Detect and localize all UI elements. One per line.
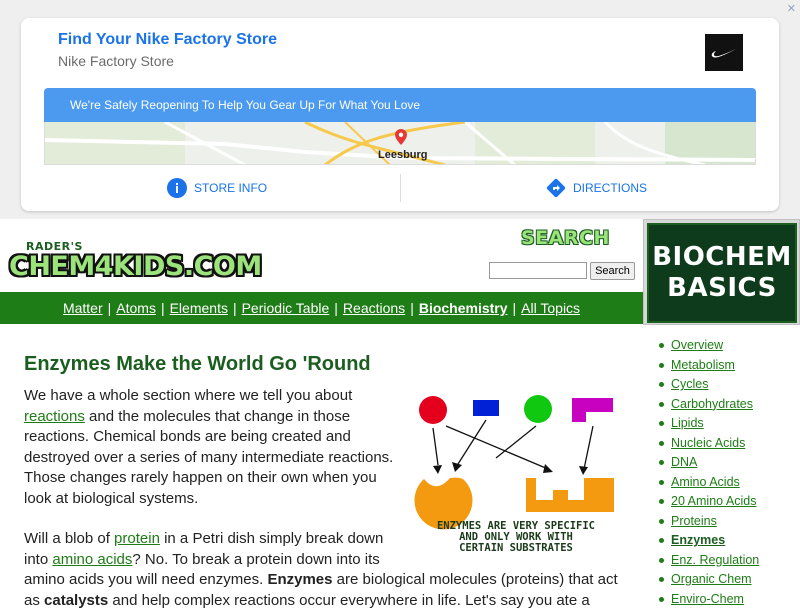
info-icon (167, 178, 187, 198)
sidebar-item: Amino Acids (658, 473, 759, 493)
red-substrate-icon (419, 396, 447, 424)
sidebar-item-20-amino-acids[interactable]: 20 Amino Acids (671, 494, 756, 508)
promo-board: BIOCHEM BASICS (647, 223, 797, 323)
nav-all-topics[interactable]: All Topics (521, 300, 580, 316)
text: amino acids you will need enzymes. (24, 571, 268, 588)
sidebar-item-enviro-chem[interactable]: Enviro-Chem (671, 592, 744, 606)
sidebar: Overview Metabolism Cycles Carbohydrates… (643, 325, 800, 606)
sidebar-item: Metabolism (658, 356, 759, 376)
magenta-substrate-icon (572, 398, 613, 422)
nav-matter[interactable]: Matter (63, 300, 103, 316)
nav-separator: | (107, 300, 112, 316)
search-heading: SEARCH (521, 227, 610, 249)
map-pin-icon (395, 129, 407, 145)
store-info-button[interactable]: STORE INFO (167, 170, 267, 206)
ad-subtitle: Nike Factory Store (58, 53, 174, 69)
sidebar-item: Enz. Regulation (658, 551, 759, 571)
ad-area: ✕ Find Your Nike Factory Store Nike Fact… (0, 0, 800, 219)
page-title: Enzymes Make the World Go 'Round (24, 353, 371, 375)
directions-button[interactable]: DIRECTIONS (546, 170, 647, 206)
nav-separator: | (410, 300, 414, 316)
nav-separator: | (334, 300, 338, 316)
sidebar-item-enz-regulation[interactable]: Enz. Regulation (671, 553, 759, 567)
sidebar-item-lipids[interactable]: Lipids (671, 416, 704, 430)
nike-logo-icon[interactable] (705, 34, 743, 71)
nav-separator: | (232, 300, 237, 316)
text: Will a blob of protein in a Petri dish s… (24, 529, 396, 570)
sidebar-item-proteins[interactable]: Proteins (671, 514, 717, 528)
enzyme-block-icon (526, 478, 614, 512)
ad-title[interactable]: Find Your Nike Factory Store (58, 31, 277, 49)
sidebar-item-organic-chem[interactable]: Organic Chem (671, 572, 752, 586)
sidebar-item: Proteins (658, 512, 759, 532)
sidebar-item-metabolism[interactable]: Metabolism (671, 358, 735, 372)
sidebar-item-cycles[interactable]: Cycles (671, 377, 709, 391)
amino-acids-link[interactable]: amino acids (52, 551, 132, 568)
ad-map[interactable]: Leesburg (44, 122, 756, 165)
site-header: RADER'S CHEM4KIDS.COM SEARCH Search (0, 219, 643, 292)
sidebar-item: Carbohydrates (658, 395, 759, 415)
enzymes-paragraph: Will a blob of protein in a Petri dish s… (24, 529, 644, 611)
sidebar-item: Enzymes (658, 531, 759, 551)
biochem-basics-banner[interactable]: BIOCHEM BASICS (643, 219, 800, 325)
sidebar-item: DNA (658, 453, 759, 473)
sidebar-item: Organic Chem (658, 570, 759, 590)
sidebar-item-amino-acids[interactable]: Amino Acids (671, 475, 740, 489)
nav-periodic-table[interactable]: Periodic Table (242, 300, 330, 316)
sidebar-item: 20 Amino Acids (658, 492, 759, 512)
site-logo[interactable]: CHEM4KIDS.COM (9, 251, 262, 282)
sidebar-item: Overview (658, 336, 759, 356)
sidebar-item: Cycles (658, 375, 759, 395)
sidebar-item-carbohydrates[interactable]: Carbohydrates (671, 397, 753, 411)
text: are biological molecules (proteins) that… (332, 571, 618, 588)
store-info-label: STORE INFO (194, 181, 268, 195)
nav-biochemistry[interactable]: Biochemistry (419, 300, 508, 316)
sidebar-item: Nucleic Acids (658, 434, 759, 454)
text: and help complex reactions occur everywh… (108, 591, 590, 609)
directions-label: DIRECTIONS (573, 181, 648, 195)
nav-elements[interactable]: Elements (170, 300, 228, 316)
sidebar-item-overview[interactable]: Overview (671, 338, 723, 352)
sidebar-list: Overview Metabolism Cycles Carbohydrates… (658, 336, 759, 610)
text: Will a blob of (24, 530, 115, 547)
main-content: Enzymes Make the World Go 'Round We have… (0, 325, 643, 609)
green-substrate-icon (524, 395, 552, 423)
nav-reactions[interactable]: Reactions (343, 300, 405, 316)
promo-line-1: BIOCHEM (652, 242, 792, 272)
ad-actions: STORE INFO DIRECTIONS (21, 170, 779, 206)
ad-close-icon[interactable]: ✕ (787, 2, 796, 15)
topic-nav: Matter | Atoms | Elements | Periodic Tab… (0, 292, 643, 324)
promo-line-2: BASICS (667, 273, 777, 303)
ad-divider (400, 174, 401, 202)
sidebar-item: Enviro-Chem (658, 590, 759, 610)
text: We have a whole section where we tell yo… (24, 387, 353, 404)
reactions-link[interactable]: reactions (24, 408, 85, 425)
catalysts-term: catalysts (44, 591, 109, 609)
ad-banner[interactable]: We're Safely Reopening To Help You Gear … (44, 88, 756, 122)
sidebar-item-dna[interactable]: DNA (671, 455, 697, 469)
nav-atoms[interactable]: Atoms (116, 300, 156, 316)
ad-card[interactable]: Find Your Nike Factory Store Nike Factor… (21, 18, 779, 211)
intro-paragraph: We have a whole section where we tell yo… (24, 386, 400, 509)
nav-separator: | (512, 300, 517, 316)
nav-separator: | (160, 300, 165, 316)
text: ? No. To break a protein down into its (132, 550, 380, 568)
protein-link[interactable]: protein (114, 530, 160, 547)
blue-substrate-icon (473, 400, 499, 416)
search-input[interactable] (489, 262, 587, 279)
enzymes-term: Enzymes (267, 571, 333, 588)
search-button[interactable]: Search (590, 262, 635, 280)
directions-icon (546, 178, 566, 198)
sidebar-item-nucleic-acids[interactable]: Nucleic Acids (671, 436, 745, 450)
text: as (24, 591, 45, 609)
sidebar-item-enzymes[interactable]: Enzymes (671, 533, 725, 547)
map-label: Leesburg (378, 149, 428, 161)
sidebar-item: Lipids (658, 414, 759, 434)
